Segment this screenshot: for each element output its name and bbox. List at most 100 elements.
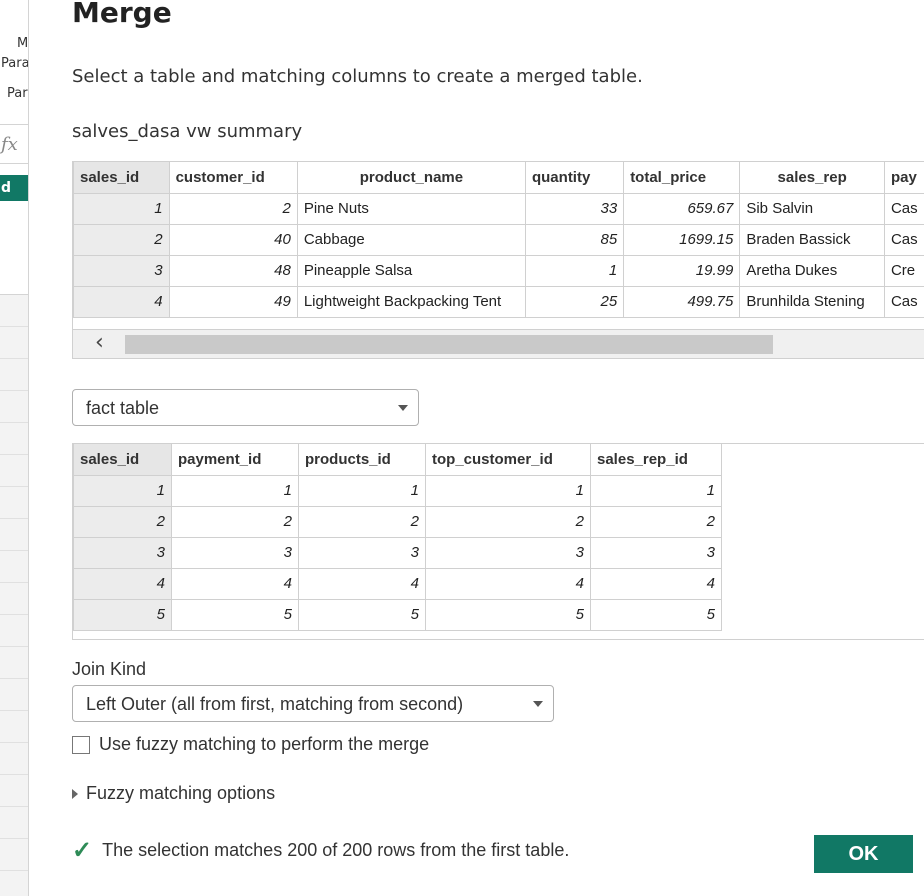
fuzzy-matching-label: Use fuzzy matching to perform the merge bbox=[99, 734, 430, 754]
table-row: 1 2 Pine Nuts 33 659.67 Sib Salvin Cas bbox=[73, 192, 924, 225]
column-header[interactable]: total_price bbox=[623, 162, 741, 194]
selected-query-item: d bbox=[0, 175, 28, 201]
dialog-instruction: Select a table and matching columns to c… bbox=[72, 66, 643, 87]
second-table-select-value: fact table bbox=[86, 398, 160, 418]
cell: Cabbage bbox=[296, 223, 526, 256]
table-row: 4 49 Lightweight Backpacking Tent 25 499… bbox=[73, 285, 924, 318]
background-app-strip: M Para Par fx d bbox=[0, 0, 29, 896]
fuzzy-matching-checkbox[interactable]: Use fuzzy matching to perform the merge bbox=[72, 734, 429, 755]
cell: 25 bbox=[524, 285, 625, 318]
checkmark-icon: ✓ bbox=[72, 837, 93, 864]
cell: 4 bbox=[73, 567, 172, 600]
cell: 40 bbox=[168, 223, 298, 256]
cell: Cas bbox=[883, 285, 924, 318]
cell: 659.67 bbox=[623, 192, 741, 225]
second-table-preview[interactable]: sales_id payment_id products_id top_cust… bbox=[72, 443, 924, 640]
table-row: 3 3 3 3 3 bbox=[73, 536, 722, 569]
column-header[interactable]: top_customer_id bbox=[425, 444, 591, 476]
cell: 2 bbox=[168, 192, 298, 225]
cell: 1 bbox=[590, 474, 722, 507]
fuzzy-options-label: Fuzzy matching options bbox=[86, 783, 276, 803]
column-header[interactable]: sales_rep bbox=[739, 162, 885, 194]
cell: 2 bbox=[73, 505, 172, 538]
column-header[interactable]: payment_id bbox=[171, 444, 299, 476]
ribbon-text-1: M bbox=[17, 36, 29, 51]
cell: 49 bbox=[168, 285, 298, 318]
cell: 5 bbox=[590, 598, 722, 631]
table-row: 2 40 Cabbage 85 1699.15 Braden Bassick C… bbox=[73, 223, 924, 256]
cell: 4 bbox=[425, 567, 591, 600]
background-grid-rows bbox=[0, 294, 28, 896]
cell: 5 bbox=[298, 598, 426, 631]
cell: Sib Salvin bbox=[739, 192, 885, 225]
cell: 85 bbox=[524, 223, 625, 256]
cell: 3 bbox=[590, 536, 722, 569]
cell: 5 bbox=[425, 598, 591, 631]
column-header[interactable]: quantity bbox=[524, 162, 625, 194]
table-row: 1 1 1 1 1 bbox=[73, 474, 722, 507]
cell: 1 bbox=[171, 474, 299, 507]
cell: 5 bbox=[171, 598, 299, 631]
cell: 3 bbox=[298, 536, 426, 569]
cell: 2 bbox=[73, 223, 170, 256]
cell: 1 bbox=[425, 474, 591, 507]
cell: Cas bbox=[883, 192, 924, 225]
scroll-left-icon[interactable]: ‹ bbox=[95, 332, 115, 354]
column-header[interactable]: sales_id bbox=[73, 444, 172, 476]
ribbon-text-3: Par bbox=[7, 86, 28, 101]
cell: 1 bbox=[524, 254, 625, 287]
cell: 5 bbox=[73, 598, 172, 631]
cell: 1 bbox=[73, 192, 170, 225]
column-header[interactable]: sales_rep_id bbox=[590, 444, 722, 476]
table-row: 4 4 4 4 4 bbox=[73, 567, 722, 600]
scrollbar-thumb[interactable] bbox=[125, 335, 773, 354]
cell: 33 bbox=[524, 192, 625, 225]
table-row: 2 2 2 2 2 bbox=[73, 505, 722, 538]
fuzzy-options-expander[interactable]: Fuzzy matching options bbox=[72, 783, 275, 804]
join-kind-value: Left Outer (all from first, matching fro… bbox=[86, 694, 464, 714]
dialog-title: Merge bbox=[72, 0, 172, 29]
match-status-text: The selection matches 200 of 200 rows fr… bbox=[102, 840, 570, 860]
table-row: 3 48 Pineapple Salsa 1 19.99 Aretha Duke… bbox=[73, 254, 924, 287]
cell: 1 bbox=[73, 474, 172, 507]
cell: Cas bbox=[883, 223, 924, 256]
cell: Lightweight Backpacking Tent bbox=[296, 285, 526, 318]
first-table-preview[interactable]: sales_id customer_id product_name quanti… bbox=[72, 161, 924, 359]
join-kind-label: Join Kind bbox=[72, 659, 147, 679]
column-header[interactable]: product_name bbox=[296, 162, 526, 194]
cell: Pineapple Salsa bbox=[296, 254, 526, 287]
table-row: 5 5 5 5 5 bbox=[73, 598, 722, 631]
first-table-name: salves_dasa vw summary bbox=[72, 121, 303, 142]
cell: 3 bbox=[425, 536, 591, 569]
chevron-down-icon bbox=[398, 405, 408, 411]
cell: Braden Bassick bbox=[739, 223, 885, 256]
cell: 3 bbox=[171, 536, 299, 569]
column-header[interactable]: products_id bbox=[298, 444, 426, 476]
match-status: ✓ The selection matches 200 of 200 rows … bbox=[72, 836, 569, 865]
cell: 19.99 bbox=[623, 254, 741, 287]
join-kind-select[interactable]: Left Outer (all from first, matching fro… bbox=[72, 685, 554, 722]
cell: Pine Nuts bbox=[296, 192, 526, 225]
checkbox-box[interactable] bbox=[72, 735, 90, 754]
second-table-select[interactable]: fact table bbox=[72, 389, 419, 426]
cell: 4 bbox=[171, 567, 299, 600]
column-header[interactable]: pay bbox=[883, 162, 924, 194]
column-header[interactable]: customer_id bbox=[168, 162, 298, 194]
cell: 3 bbox=[73, 536, 172, 569]
cell: 1 bbox=[298, 474, 426, 507]
cell: 48 bbox=[168, 254, 298, 287]
horizontal-scrollbar[interactable]: ‹ bbox=[73, 329, 924, 358]
cell: 499.75 bbox=[623, 285, 741, 318]
cell: Aretha Dukes bbox=[739, 254, 885, 287]
cell: Cre bbox=[883, 254, 924, 287]
ok-button[interactable]: OK bbox=[814, 835, 913, 873]
cell: 4 bbox=[298, 567, 426, 600]
cell: 2 bbox=[298, 505, 426, 538]
cell: Brunhilda Stening bbox=[739, 285, 885, 318]
cell: 4 bbox=[590, 567, 722, 600]
formula-fx-icon: fx bbox=[0, 124, 28, 164]
column-header[interactable]: sales_id bbox=[73, 162, 170, 194]
cell: 2 bbox=[425, 505, 591, 538]
cell: 2 bbox=[590, 505, 722, 538]
cell: 3 bbox=[73, 254, 170, 287]
